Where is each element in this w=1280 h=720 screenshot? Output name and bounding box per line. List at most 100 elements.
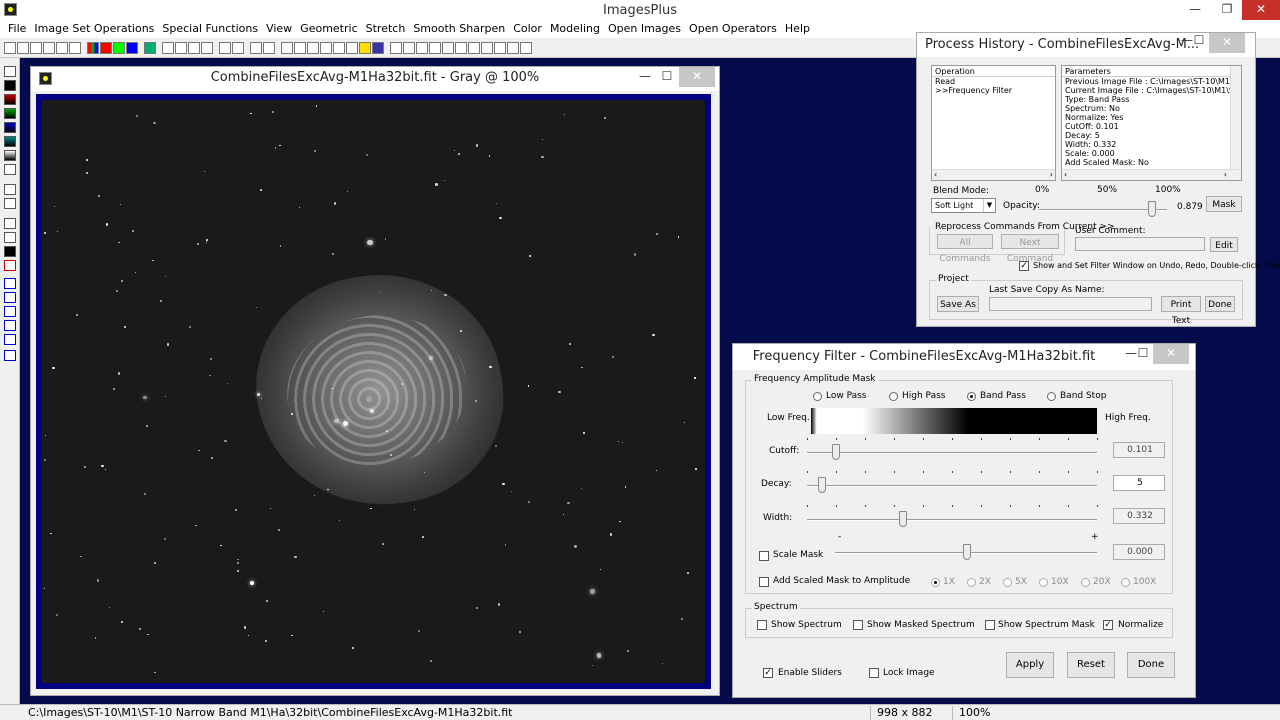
freq-done-button[interactable]: Done (1127, 652, 1175, 678)
tool-13-icon[interactable] (4, 246, 16, 257)
width-field[interactable]: 0.332 (1113, 508, 1165, 524)
save-icon[interactable] (30, 41, 42, 54)
show-set-filter-checkbox[interactable]: ✓ (1019, 261, 1029, 271)
calculator-icon[interactable] (372, 41, 384, 54)
red-channel-icon[interactable] (100, 41, 112, 54)
decay-field[interactable]: 5 (1113, 475, 1165, 491)
parameters-hscroll[interactable]: ‹ › (1062, 169, 1241, 180)
blue-channel-icon[interactable] (126, 41, 138, 54)
width-track[interactable] (807, 519, 1097, 521)
high-pass-radio[interactable] (889, 392, 898, 401)
tool-2-icon[interactable] (4, 80, 16, 91)
width-slider[interactable] (899, 511, 908, 527)
apply-button[interactable]: Apply (1006, 652, 1054, 678)
operation-item[interactable]: Read (932, 77, 1055, 86)
operation-hscroll[interactable]: ‹ › (932, 169, 1055, 180)
redo-icon[interactable] (175, 41, 187, 54)
menu-smooth-sharpen[interactable]: Smooth Sharpen (409, 20, 509, 38)
add-scaled-checkbox[interactable] (759, 577, 769, 587)
operation-list[interactable]: Operation Read >>Frequency Filter ‹ › (931, 65, 1056, 181)
open-folder-icon[interactable] (17, 41, 29, 54)
record-icon[interactable] (219, 41, 231, 54)
plus-icon[interactable] (320, 41, 332, 54)
history-close-button[interactable]: ✕ (1209, 33, 1245, 53)
enable-sliders-checkbox[interactable]: ✓ (763, 668, 773, 678)
lock-image-checkbox[interactable] (869, 668, 879, 678)
mult-20x-radio[interactable] (1081, 578, 1090, 587)
copy-icon[interactable] (69, 41, 81, 54)
redo-all-icon[interactable] (201, 41, 213, 54)
mask-button[interactable]: Mask (1206, 196, 1242, 212)
menu-special-functions[interactable]: Special Functions (158, 20, 262, 38)
tool-3-icon[interactable] (4, 94, 16, 105)
astro-image[interactable] (42, 100, 705, 683)
zoom-plus-icon[interactable] (442, 41, 454, 54)
menu-stretch[interactable]: Stretch (362, 20, 410, 38)
next-command-button[interactable]: Next Command (1001, 234, 1059, 264)
decay-slider[interactable] (817, 477, 826, 493)
all-commands-button[interactable]: All Commands (937, 234, 993, 264)
app-minimize-button[interactable]: — (1180, 0, 1210, 20)
app-close-button[interactable]: ✕ (1242, 0, 1280, 20)
decay-track[interactable] (807, 485, 1097, 487)
mult-1x-radio[interactable] (931, 578, 940, 587)
tool-10-icon[interactable] (4, 198, 16, 209)
parameters-list[interactable]: Parameters Previous Image File : C:\Imag… (1061, 65, 1242, 181)
tool-4-icon[interactable] (4, 108, 16, 119)
undo-icon[interactable] (162, 41, 174, 54)
zoom-minus-icon[interactable] (455, 41, 467, 54)
window-1-icon[interactable] (468, 41, 480, 54)
curve-icon[interactable] (294, 41, 306, 54)
tool-9-icon[interactable] (4, 184, 16, 195)
image-icon[interactable] (333, 41, 345, 54)
band-pass-radio[interactable] (967, 392, 976, 401)
menu-help[interactable]: Help (781, 20, 814, 38)
zoom-actual-icon[interactable] (429, 41, 441, 54)
stars-icon[interactable] (346, 41, 358, 54)
opacity-slider[interactable] (1147, 201, 1156, 217)
blend-mode-select[interactable]: Soft Light ▼ (931, 198, 996, 213)
menu-open-operators[interactable]: Open Operators (685, 20, 781, 38)
arrow-up-icon[interactable] (4, 292, 16, 303)
menu-view[interactable]: View (262, 20, 296, 38)
dots-down-icon[interactable] (263, 41, 275, 54)
tool-7-icon[interactable] (4, 150, 16, 161)
show-spectrum-mask-checkbox[interactable] (985, 620, 995, 630)
edit-button[interactable]: Edit (1210, 237, 1238, 252)
menu-geometric[interactable]: Geometric (296, 20, 361, 38)
reset-button[interactable]: Reset (1067, 652, 1115, 678)
grid-icon[interactable] (144, 41, 156, 54)
mult-2x-radio[interactable] (967, 578, 976, 587)
close-image-icon[interactable] (43, 41, 55, 54)
crosshair-icon[interactable] (307, 41, 319, 54)
rgb-icon[interactable] (87, 41, 99, 54)
tool-6-icon[interactable] (4, 136, 16, 147)
stop-icon[interactable] (232, 41, 244, 54)
mult-10x-radio[interactable] (1039, 578, 1048, 587)
dots-icon[interactable] (250, 41, 262, 54)
cutoff-track[interactable] (807, 452, 1097, 454)
histogram-icon[interactable] (281, 41, 293, 54)
cutoff-slider[interactable] (832, 444, 841, 460)
menu-file[interactable]: File (4, 20, 30, 38)
history-done-button[interactable]: Done (1205, 296, 1235, 312)
new-file-icon[interactable] (4, 41, 16, 54)
menu-color[interactable]: Color (509, 20, 546, 38)
menu-image-set-operations[interactable]: Image Set Operations (30, 20, 158, 38)
window-5-icon[interactable] (520, 41, 532, 54)
flip-icon[interactable] (4, 350, 16, 361)
cutoff-field[interactable]: 0.101 (1113, 442, 1165, 458)
parameters-vscroll[interactable] (1230, 66, 1241, 169)
close-all-icon[interactable] (56, 41, 68, 54)
tool-11-icon[interactable] (4, 218, 16, 229)
user-comment-field[interactable] (1075, 237, 1205, 251)
rotate-right-icon[interactable] (4, 334, 16, 345)
window-4-icon[interactable] (507, 41, 519, 54)
move-icon[interactable] (4, 278, 16, 289)
rotate-left-icon[interactable] (4, 320, 16, 331)
low-pass-radio[interactable] (813, 392, 822, 401)
app-maximize-button[interactable]: ❐ (1212, 0, 1242, 20)
freq-close-button[interactable]: ✕ (1153, 344, 1189, 364)
zoom-out-icon[interactable] (403, 41, 415, 54)
mult-100x-radio[interactable] (1121, 578, 1130, 587)
